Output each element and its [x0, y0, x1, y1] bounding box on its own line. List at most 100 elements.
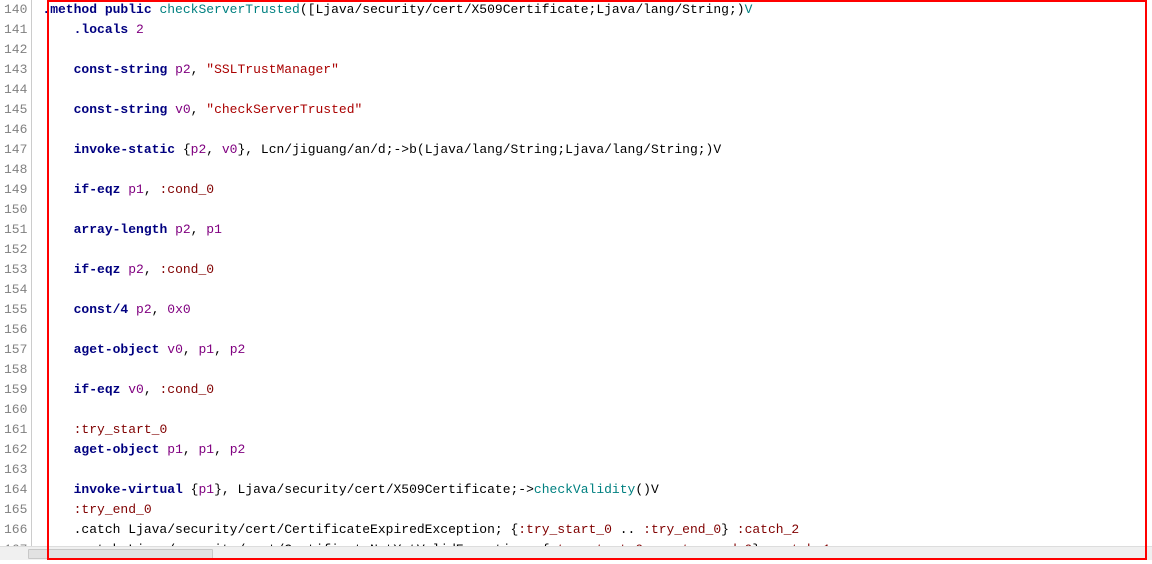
token: .catch Ljava/security/cert/CertificateEx…	[42, 522, 518, 537]
token: ,	[144, 382, 160, 397]
code-line[interactable]: array-length p2, p1	[42, 220, 1152, 240]
code-line[interactable]	[42, 320, 1152, 340]
token: {	[183, 482, 199, 497]
token: p1	[206, 222, 222, 237]
token: {	[175, 142, 191, 157]
token: }, Lcn/jiguang/an/d;->b(Ljava/lang/Strin…	[237, 142, 721, 157]
token: ([Ljava/security/cert/X509Certificate;Lj…	[300, 2, 745, 17]
line-number: 155	[4, 300, 31, 320]
token: p2	[136, 302, 152, 317]
token: :try_start_0	[518, 522, 612, 537]
token	[42, 262, 73, 277]
token	[42, 422, 73, 437]
code-line[interactable]: if-eqz v0, :cond_0	[42, 380, 1152, 400]
token: ()V	[635, 482, 658, 497]
token: 2	[136, 22, 144, 37]
line-number: 144	[4, 80, 31, 100]
token: ,	[183, 342, 199, 357]
token: p1	[167, 442, 183, 457]
token: 0x0	[167, 302, 190, 317]
code-line[interactable]: .method public checkServerTrusted([Ljava…	[42, 0, 1152, 20]
token: ,	[214, 442, 230, 457]
token	[42, 442, 73, 457]
code-line[interactable]	[42, 80, 1152, 100]
token: :try_end_0	[74, 502, 152, 517]
token	[42, 482, 73, 497]
token: ,	[214, 342, 230, 357]
token: ,	[144, 262, 160, 277]
token: :cond_0	[159, 262, 214, 277]
token: const-string	[74, 102, 168, 117]
token: p2	[191, 142, 207, 157]
token	[42, 222, 73, 237]
code-line[interactable]	[42, 460, 1152, 480]
token: ,	[206, 142, 222, 157]
token: ,	[191, 102, 207, 117]
line-number: 154	[4, 280, 31, 300]
line-number: 164	[4, 480, 31, 500]
code-line[interactable]	[42, 160, 1152, 180]
token: p2	[128, 262, 144, 277]
line-number: 145	[4, 100, 31, 120]
code-line[interactable]: invoke-virtual {p1}, Ljava/security/cert…	[42, 480, 1152, 500]
token: checkValidity	[534, 482, 635, 497]
code-line[interactable]	[42, 280, 1152, 300]
token: p1	[128, 182, 144, 197]
code-line[interactable]: :try_end_0	[42, 500, 1152, 520]
token	[167, 222, 175, 237]
code-line[interactable]	[42, 400, 1152, 420]
token: "SSLTrustManager"	[206, 62, 339, 77]
token: v0	[175, 102, 191, 117]
code-area[interactable]: .method public checkServerTrusted([Ljava…	[32, 0, 1152, 560]
token	[167, 102, 175, 117]
scrollbar-thumb[interactable]	[28, 549, 213, 559]
code-line[interactable]: if-eqz p1, :cond_0	[42, 180, 1152, 200]
code-line[interactable]: invoke-static {p2, v0}, Lcn/jiguang/an/d…	[42, 140, 1152, 160]
line-number: 147	[4, 140, 31, 160]
line-number: 160	[4, 400, 31, 420]
token	[128, 302, 136, 317]
token: :catch_2	[737, 522, 799, 537]
token: const-string	[74, 62, 168, 77]
token: ,	[144, 182, 160, 197]
token: :cond_0	[159, 182, 214, 197]
token	[42, 62, 73, 77]
token: p1	[198, 342, 214, 357]
token: p2	[230, 442, 246, 457]
token	[167, 62, 175, 77]
code-line[interactable]: aget-object v0, p1, p2	[42, 340, 1152, 360]
token: invoke-static	[74, 142, 175, 157]
token: ,	[191, 62, 207, 77]
line-number: 149	[4, 180, 31, 200]
code-line[interactable]: const-string p2, "SSLTrustManager"	[42, 60, 1152, 80]
token	[42, 342, 73, 357]
line-number: 152	[4, 240, 31, 260]
token: if-eqz	[74, 262, 121, 277]
line-number: 150	[4, 200, 31, 220]
code-line[interactable]: const/4 p2, 0x0	[42, 300, 1152, 320]
code-line[interactable]: .locals 2	[42, 20, 1152, 40]
code-line[interactable]	[42, 40, 1152, 60]
token	[42, 502, 73, 517]
code-line[interactable]: aget-object p1, p1, p2	[42, 440, 1152, 460]
code-line[interactable]: const-string v0, "checkServerTrusted"	[42, 100, 1152, 120]
line-number: 159	[4, 380, 31, 400]
code-line[interactable]	[42, 240, 1152, 260]
code-line[interactable]: .catch Ljava/security/cert/CertificateEx…	[42, 520, 1152, 540]
horizontal-scrollbar[interactable]	[0, 546, 1152, 560]
token: v0	[128, 382, 144, 397]
code-line[interactable]: :try_start_0	[42, 420, 1152, 440]
token: invoke-virtual	[74, 482, 183, 497]
line-number: 143	[4, 60, 31, 80]
line-number: 156	[4, 320, 31, 340]
code-line[interactable]	[42, 120, 1152, 140]
line-number: 166	[4, 520, 31, 540]
code-editor[interactable]: 1401411421431441451461471481491501511521…	[0, 0, 1152, 560]
code-line[interactable]	[42, 360, 1152, 380]
token: :try_end_0	[643, 522, 721, 537]
code-line[interactable]	[42, 200, 1152, 220]
line-number: 142	[4, 40, 31, 60]
token	[42, 382, 73, 397]
token: }, Ljava/security/cert/X509Certificate;-…	[214, 482, 534, 497]
code-line[interactable]: if-eqz p2, :cond_0	[42, 260, 1152, 280]
